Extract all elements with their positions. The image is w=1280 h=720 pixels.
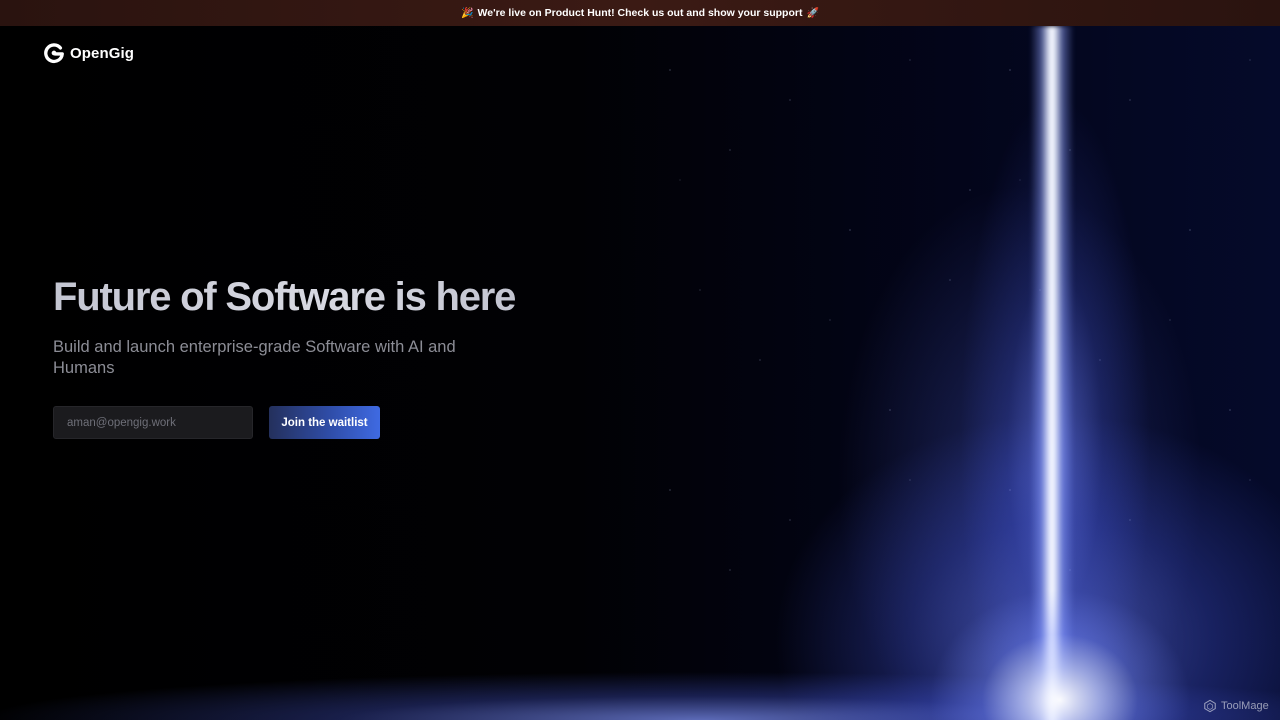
toolmage-logo-icon [1204, 699, 1216, 713]
watermark: ToolMage [1203, 699, 1269, 713]
light-beam-base [930, 560, 1190, 720]
opengig-logo-icon [44, 43, 64, 64]
landing-page: 🎉 We're live on Product Hunt! Check us o… [0, 0, 1280, 720]
email-input[interactable] [53, 406, 253, 439]
watermark-text: ToolMage [1221, 700, 1269, 712]
rocket-icon: 🚀 [806, 7, 819, 19]
hero-subtitle: Build and launch enterprise-grade Softwa… [53, 338, 456, 377]
light-beam-halo [960, 26, 1150, 720]
party-popper-icon: 🎉 [461, 7, 474, 19]
waitlist-form: Join the waitlist [53, 406, 380, 439]
join-waitlist-button[interactable]: Join the waitlist [269, 406, 380, 439]
light-beam [1030, 26, 1074, 720]
announcement-text[interactable]: We're live on Product Hunt! Check us out… [478, 7, 803, 19]
background-stars [650, 30, 1280, 590]
announcement-bar[interactable]: 🎉 We're live on Product Hunt! Check us o… [0, 0, 1280, 26]
brand-name: OpenGig [70, 44, 135, 62]
brand-logo[interactable]: OpenGig [43, 42, 134, 64]
hero-title: Future of Software is here [53, 275, 516, 319]
